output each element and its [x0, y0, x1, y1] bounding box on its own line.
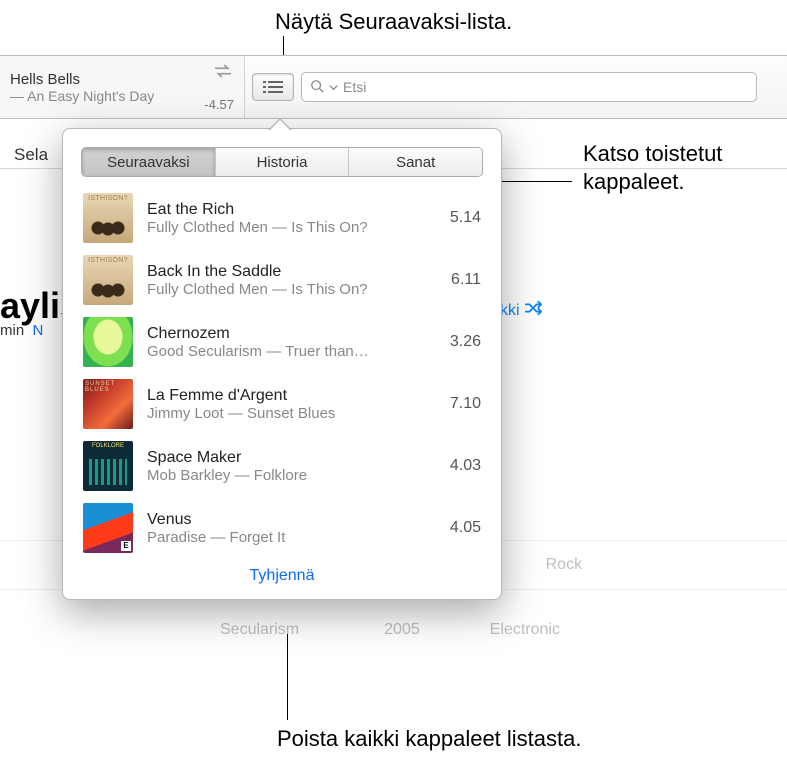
track-subtitle: Fully Clothed Men — Is This On? [147, 219, 397, 236]
up-next-button[interactable] [252, 73, 294, 101]
track-duration: 5.14 [450, 209, 481, 227]
album-art: FOLKLORE [83, 441, 133, 491]
up-next-popover: Seuraavaksi Historia Sanat ISTHISON? Eat … [62, 128, 502, 600]
track-meta: La Femme d'ArgentJimmy Loot — Sunset Blu… [147, 387, 436, 422]
track-subtitle: Jimmy Loot — Sunset Blues [147, 405, 397, 422]
track-duration: 6.11 [451, 271, 481, 289]
playlist-link[interactable]: N [33, 322, 44, 339]
track-subtitle: Paradise — Forget It [147, 529, 397, 546]
album-art: SUNSET BLUES [83, 379, 133, 429]
repeat-icon[interactable] [212, 62, 234, 83]
album-art [83, 317, 133, 367]
track-row[interactable]: ISTHISON? Back In the SaddleFully Clothed… [63, 249, 501, 311]
track-title: Chernozem [147, 325, 436, 343]
track-row[interactable]: SUNSET BLUES La Femme d'ArgentJimmy Loot … [63, 373, 501, 435]
playlist-subtext: min N [0, 322, 43, 339]
album-art: E [83, 503, 133, 553]
clear-button[interactable]: Tyhjennä [250, 567, 315, 584]
tab-history[interactable]: Historia [215, 148, 349, 176]
album-art: ISTHISON? [83, 193, 133, 243]
bg-row: Secularism 2005 Electronic [0, 605, 787, 655]
track-meta: VenusParadise — Forget It [147, 511, 436, 546]
annotation-right-line2: kappaleet. [583, 168, 722, 196]
track-subtitle: Mob Barkley — Folklore [147, 467, 397, 484]
track-row[interactable]: E VenusParadise — Forget It 4.05 [63, 497, 501, 559]
track-duration: 7.10 [450, 395, 481, 413]
track-meta: Back In the SaddleFully Clothed Men — Is… [147, 263, 437, 298]
search-placeholder: Etsi [343, 79, 366, 95]
explicit-badge: E [121, 541, 131, 551]
segmented-control: Seuraavaksi Historia Sanat [81, 147, 483, 177]
track-duration: 4.05 [450, 519, 481, 537]
track-title: La Femme d'Argent [147, 387, 436, 405]
top-toolbar: Hells Bells — An Easy Night's Day -4.57 [0, 55, 787, 119]
chevron-down-icon [329, 79, 338, 95]
annotation-top: Näytä Seuraavaksi-lista. [275, 8, 512, 36]
track-subtitle: Fully Clothed Men — Is This On? [147, 281, 397, 298]
track-title: Venus [147, 511, 436, 529]
annotation-bottom: Poista kaikki kappaleet listasta. [277, 725, 582, 753]
track-duration: 4.03 [450, 457, 481, 475]
track-subtitle: Good Secularism — Truer than… [147, 343, 397, 360]
browse-label: Sela [14, 145, 48, 165]
track-title: Eat the Rich [147, 201, 436, 219]
track-meta: Eat the RichFully Clothed Men — Is This … [147, 201, 436, 236]
shuffle-icon [524, 300, 542, 321]
album-art: ISTHISON? [83, 255, 133, 305]
tab-up-next[interactable]: Seuraavaksi [82, 148, 215, 176]
search-input[interactable]: Etsi [301, 72, 757, 102]
shuffle-link[interactable]: kki [500, 300, 542, 321]
now-playing-subtitle: — An Easy Night's Day [10, 88, 234, 104]
track-row[interactable]: ISTHISON? Eat the RichFully Clothed Men —… [63, 187, 501, 249]
track-meta: Space MakerMob Barkley — Folklore [147, 449, 436, 484]
now-playing-display[interactable]: Hells Bells — An Easy Night's Day -4.57 [0, 56, 245, 118]
now-playing-title: Hells Bells [10, 71, 234, 88]
track-title: Space Maker [147, 449, 436, 467]
track-row[interactable]: FOLKLORE Space MakerMob Barkley — Folklor… [63, 435, 501, 497]
tab-lyrics[interactable]: Sanat [348, 148, 482, 176]
track-meta: ChernozemGood Secularism — Truer than… [147, 325, 436, 360]
search-icon [310, 79, 324, 96]
now-playing-time: -4.57 [204, 97, 234, 112]
track-row[interactable]: ChernozemGood Secularism — Truer than… 3.… [63, 311, 501, 373]
track-duration: 3.26 [450, 333, 481, 351]
track-title: Back In the Saddle [147, 263, 437, 281]
